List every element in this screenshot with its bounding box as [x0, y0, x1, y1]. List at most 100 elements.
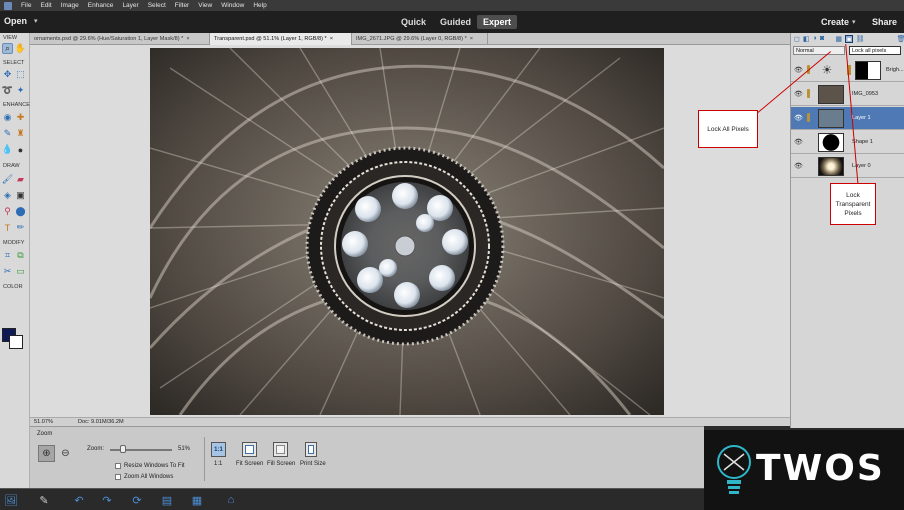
shape-tool-icon[interactable]: ⬤: [15, 206, 26, 217]
crop-tool-icon[interactable]: ⌗: [2, 250, 13, 261]
doc-tab-transparent[interactable]: Transparent.psd @ 51.1% (Layer 1, RGB/8)…: [210, 33, 352, 45]
new-group-icon[interactable]: ◧: [803, 35, 810, 43]
blur-tool-icon[interactable]: 💧: [2, 144, 13, 155]
layer-row[interactable]: 👁 Shape 1: [791, 131, 904, 154]
print-size-button[interactable]: [305, 442, 317, 457]
type-tool-icon[interactable]: T: [2, 222, 13, 233]
share-button[interactable]: Share: [872, 17, 897, 27]
one-to-one-button[interactable]: 1:1: [211, 442, 226, 457]
pencil-tool-icon[interactable]: ✏: [15, 222, 26, 233]
layers-panel-toolbar: ◻ ◧ ◑ ◙ ▦ ▣ ⛓ 🗑: [791, 33, 904, 44]
paint-bucket-tool-icon[interactable]: ◈: [2, 190, 13, 201]
menu-help[interactable]: Help: [253, 2, 266, 9]
eye-tool-icon[interactable]: ◉: [2, 112, 13, 123]
zoom-out-icon[interactable]: ⊖: [57, 445, 74, 462]
layer-row[interactable]: 👁 Layer 1: [791, 107, 904, 130]
fill-screen-button[interactable]: [273, 442, 288, 457]
layout-icon[interactable]: ▤: [160, 493, 174, 507]
clone-stamp-tool-icon[interactable]: ♜: [15, 128, 26, 139]
menu-select[interactable]: Select: [148, 2, 166, 9]
zoom-all-windows-checkbox[interactable]: [115, 474, 121, 480]
menu-file[interactable]: File: [21, 2, 31, 9]
lock-mode-field[interactable]: Lock all pixels: [849, 46, 901, 55]
link-icon: [807, 113, 810, 122]
visibility-eye-icon[interactable]: 👁: [794, 138, 803, 146]
layer-row[interactable]: 👁 Layer 0: [791, 155, 904, 178]
menu-view[interactable]: View: [198, 2, 212, 9]
menu-image[interactable]: Image: [61, 2, 79, 9]
undo-icon[interactable]: ↶: [72, 493, 86, 507]
doc-tab-ornaments[interactable]: ornaments.psd @ 29.6% (Hue/Saturation 1,…: [30, 33, 210, 45]
menu-edit[interactable]: Edit: [40, 2, 51, 9]
sponge-tool-icon[interactable]: ●: [15, 144, 26, 155]
status-bar: 51.07% Doc: 9.01M/36.2M: [30, 417, 790, 426]
delete-layer-icon[interactable]: 🗑: [897, 35, 904, 43]
zoom-slider-handle[interactable]: [119, 445, 126, 453]
visibility-eye-icon[interactable]: 👁: [794, 90, 803, 98]
menu-window[interactable]: Window: [221, 2, 244, 9]
mode-quick-tab[interactable]: Quick: [395, 15, 432, 29]
zoom-slider-label: Zoom:: [87, 446, 105, 452]
new-layer-icon[interactable]: ◻: [794, 35, 800, 43]
smart-brush-tool-icon[interactable]: ✎: [2, 128, 13, 139]
mode-guided-tab[interactable]: Guided: [434, 15, 477, 29]
brush-tool-icon[interactable]: 🖌: [2, 174, 13, 185]
visibility-eye-icon[interactable]: 👁: [794, 162, 803, 170]
adjustment-layer-icon[interactable]: ◑: [812, 35, 817, 43]
link-layers-icon[interactable]: ⛓: [856, 35, 865, 43]
rotate-icon[interactable]: ⟳: [130, 493, 144, 507]
tool-options-bar: Zoom ⊕ ⊖ Zoom: 51% Resize Windows To Fit…: [30, 426, 704, 488]
gradient-tool-icon[interactable]: ▣: [15, 190, 26, 201]
blend-mode-select[interactable]: Normal: [793, 46, 845, 55]
home-screen-icon[interactable]: ⌂: [224, 493, 238, 507]
create-dropdown-icon[interactable]: ▾: [852, 18, 856, 26]
color-picker-tool-icon[interactable]: ⚲: [2, 206, 13, 217]
tools-panel: VIEW ⌕ ✋ SELECT ✥ ⬚ ➰ ✦ ENHANCE ◉ ✚ ✎ ♜ …: [0, 33, 30, 488]
layer-mask-icon[interactable]: ◙: [820, 35, 824, 43]
close-icon[interactable]: ×: [186, 36, 189, 42]
content-aware-move-tool-icon[interactable]: ✂: [2, 266, 13, 277]
menu-enhance[interactable]: Enhance: [88, 2, 114, 9]
menu-filter[interactable]: Filter: [175, 2, 189, 9]
fit-screen-button[interactable]: [242, 442, 257, 457]
section-select-label: SELECT: [3, 60, 25, 66]
straighten-tool-icon[interactable]: ▭: [15, 266, 26, 277]
layer-thumbnail: [818, 133, 844, 152]
open-button[interactable]: Open: [4, 16, 27, 26]
close-icon[interactable]: ×: [330, 36, 333, 42]
lasso-tool-icon[interactable]: ➰: [2, 85, 13, 96]
lock-transparent-pixels-icon[interactable]: ▦: [835, 35, 842, 43]
move-tool-icon[interactable]: ✥: [2, 69, 13, 80]
chandelier-photo[interactable]: [150, 48, 664, 415]
magic-wand-tool-icon[interactable]: ✦: [15, 85, 26, 96]
hand-tool-icon[interactable]: ✋: [15, 43, 26, 54]
section-color-label: COLOR: [3, 284, 23, 290]
close-icon[interactable]: ×: [470, 36, 473, 42]
menu-layer[interactable]: Layer: [122, 2, 138, 9]
layer-row[interactable]: 👁 IMG_0953: [791, 83, 904, 106]
marquee-tool-icon[interactable]: ⬚: [15, 69, 26, 80]
recompose-tool-icon[interactable]: ⧉: [15, 250, 26, 261]
doc-tab-img2671[interactable]: IMG_2671.JPG @ 29.6% (Layer 0, RGB/8) * ×: [352, 33, 488, 45]
tool-options-icon[interactable]: ✎: [37, 493, 51, 507]
watermark-brand: TWOS: [756, 448, 885, 489]
spot-healing-tool-icon[interactable]: ✚: [15, 112, 26, 123]
mode-expert-tab[interactable]: Expert: [477, 15, 518, 29]
canvas-area[interactable]: [30, 45, 790, 417]
visibility-eye-icon[interactable]: 👁: [794, 114, 803, 122]
layer-name: Layer 1: [852, 115, 871, 121]
eraser-tool-icon[interactable]: ▰: [15, 174, 26, 185]
redo-icon[interactable]: ↷: [100, 493, 114, 507]
section-view-label: VIEW: [3, 35, 18, 41]
background-color-swatch[interactable]: [9, 335, 23, 349]
open-dropdown-icon[interactable]: ▾: [34, 17, 38, 25]
zoom-in-icon[interactable]: ⊕: [38, 445, 55, 462]
resize-windows-checkbox[interactable]: [115, 463, 121, 469]
visibility-eye-icon[interactable]: 👁: [794, 66, 803, 74]
zoom-tool-icon[interactable]: ⌕: [2, 43, 13, 54]
print-size-label: Print Size: [300, 461, 326, 467]
photo-bin-icon[interactable]: 🖼: [4, 493, 18, 507]
create-button[interactable]: Create: [821, 17, 849, 27]
lock-all-pixels-icon[interactable]: ▣: [845, 34, 853, 43]
organizer-icon[interactable]: ▦: [190, 493, 204, 507]
